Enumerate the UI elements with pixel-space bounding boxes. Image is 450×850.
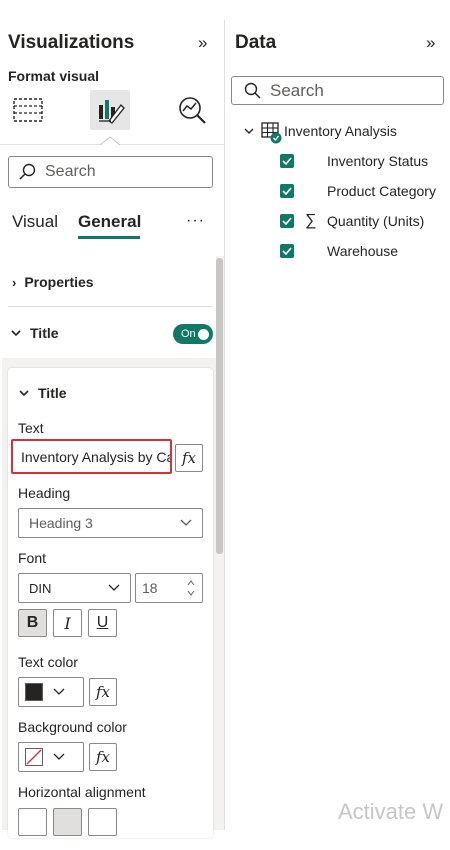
double-chevron-right-icon[interactable]: » (426, 33, 435, 53)
field-warehouse[interactable]: Warehouse (327, 243, 398, 259)
search-placeholder: Search (270, 80, 324, 100)
heading-value: Heading 3 (29, 515, 93, 531)
app-root: Visualizations » Format visual Search Vi… (0, 0, 450, 850)
section-properties-label: Properties (24, 274, 94, 290)
font-size-value: 18 (142, 580, 158, 596)
checkbox-checked[interactable] (280, 154, 294, 168)
tab-general-underline (78, 236, 140, 239)
visualizations-title: Visualizations (8, 32, 135, 53)
double-chevron-right-icon[interactable]: » (198, 33, 207, 53)
visualizations-search-input[interactable]: Search (8, 156, 213, 188)
scrollbar-thumb[interactable] (216, 258, 223, 554)
fx-button[interactable]: fx (175, 444, 203, 472)
chevron-down-icon (19, 390, 29, 397)
search-placeholder: Search (45, 163, 96, 180)
format-visual-icon[interactable] (90, 90, 130, 130)
search-icon (244, 82, 261, 99)
horizontal-alignment-label: Horizontal alignment (18, 784, 146, 800)
search-icon (19, 163, 36, 180)
checkbox-checked[interactable] (280, 244, 294, 258)
section-title[interactable]: Title (10, 325, 59, 341)
background-color-picker[interactable] (18, 742, 84, 772)
sigma-icon: ∑ (305, 212, 317, 229)
format-visual-label: Format visual (8, 68, 100, 84)
chevron-down-icon[interactable] (243, 126, 255, 136)
tab-visual[interactable]: Visual (12, 212, 58, 232)
title-card: Title Text Inventory Analysis by Categor… (8, 368, 213, 838)
title-text-input[interactable]: Inventory Analysis by Category (11, 439, 172, 474)
section-properties[interactable]: › Properties (12, 274, 94, 290)
text-color-swatch (25, 683, 43, 701)
field-quantity-units[interactable]: Quantity (Units) (327, 213, 424, 229)
table-icon (261, 122, 282, 144)
title-card-header[interactable]: Title (18, 385, 67, 401)
align-center-button[interactable] (53, 808, 82, 836)
heading-label: Heading (18, 485, 71, 501)
text-field-label: Text (18, 420, 44, 436)
section-title-label: Title (30, 325, 59, 341)
section-divider (8, 306, 213, 307)
data-title: Data (235, 32, 277, 53)
no-color-swatch-icon (25, 748, 43, 766)
toggle-knob (198, 328, 209, 340)
chevron-right-icon: › (12, 274, 17, 290)
font-family-dropdown[interactable]: DIN (18, 573, 131, 603)
background-color-label: Background color (18, 719, 127, 735)
spin-arrows-icon[interactable] (186, 578, 196, 598)
title-toggle[interactable]: On (173, 324, 213, 344)
text-color-picker[interactable] (18, 677, 84, 707)
align-left-button[interactable] (18, 808, 47, 836)
table-name[interactable]: Inventory Analysis (284, 123, 397, 139)
chevron-down-icon (53, 753, 65, 760)
heading-dropdown[interactable]: Heading 3 (18, 508, 203, 538)
title-settings-area: Title Text Inventory Analysis by Categor… (2, 358, 216, 838)
activate-windows-watermark: Activate W (338, 799, 444, 824)
data-search-input[interactable]: Search (231, 76, 444, 105)
chevron-down-icon (53, 688, 65, 695)
underline-button[interactable]: U (88, 609, 117, 637)
italic-button[interactable]: I (53, 609, 82, 637)
chevron-down-icon (11, 330, 21, 337)
data-pane: Data » Search Inventory Analysis Invento… (224, 20, 450, 830)
tab-general[interactable]: General (78, 212, 141, 232)
font-label: Font (18, 550, 47, 566)
toggle-label: On (181, 328, 196, 340)
align-right-button[interactable] (88, 808, 117, 836)
analytics-icon[interactable] (172, 90, 212, 130)
chevron-down-icon (108, 584, 120, 591)
title-card-header-label: Title (38, 385, 67, 401)
font-family-value: DIN (29, 580, 52, 596)
checkbox-checked[interactable] (280, 214, 294, 228)
text-color-label: Text color (18, 654, 78, 670)
visualizations-pane: Visualizations » Format visual Search Vi… (0, 20, 224, 838)
bold-button[interactable]: B (18, 609, 47, 637)
text-color-fx-button[interactable]: fx (89, 678, 117, 706)
chevron-down-icon (180, 519, 192, 526)
active-indicator-notch (100, 136, 120, 146)
background-color-fx-button[interactable]: fx (89, 743, 117, 771)
more-options-icon[interactable]: ··· (186, 212, 205, 230)
add-visual-icon[interactable] (8, 90, 48, 130)
field-inventory-status[interactable]: Inventory Status (327, 153, 428, 169)
field-product-category[interactable]: Product Category (327, 183, 436, 199)
checkbox-checked[interactable] (280, 184, 294, 198)
font-size-stepper[interactable]: 18 (135, 573, 203, 603)
